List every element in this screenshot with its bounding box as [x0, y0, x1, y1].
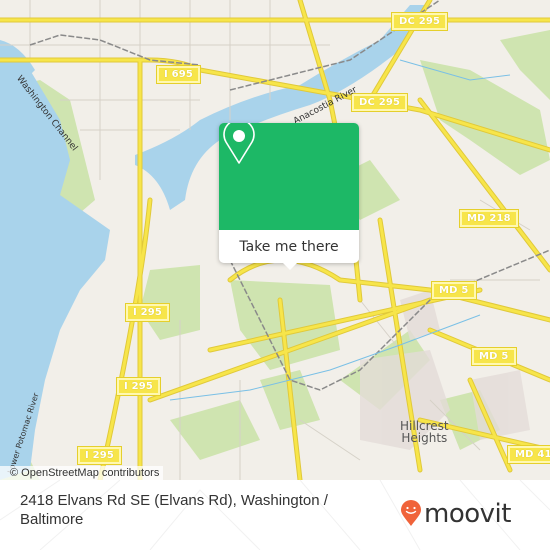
highway-shield-dc295-south: DC 295 [350, 93, 409, 112]
footer: 2418 Elvans Rd SE (Elvans Rd), Washingto… [0, 480, 550, 550]
popup-header [219, 123, 359, 230]
highway-shield-md218: MD 218 [459, 209, 519, 228]
location-pin-icon [223, 123, 255, 164]
moovit-wordmark: moovit [424, 498, 511, 529]
highway-shield-md5-north: MD 5 [431, 281, 477, 300]
highway-shield-dc295-north: DC 295 [390, 12, 449, 31]
highway-shield-i295-south: I 295 [76, 446, 123, 465]
popup-arrow [283, 263, 297, 270]
highway-shield-i695: I 695 [155, 65, 202, 84]
highway-shield-md5-south: MD 5 [471, 347, 517, 366]
highway-shield-i295-middle: I 295 [115, 377, 162, 396]
address-text: 2418 Elvans Rd SE (Elvans Rd), Washingto… [20, 492, 328, 528]
place-label-hillcrest-heights: Hillcrest Heights [400, 420, 449, 444]
place-label-line-2: Heights [401, 431, 448, 445]
map[interactable]: I 695 DC 295 DC 295 MD 218 I 295 I 295 I… [0, 0, 550, 480]
moovit-pin-icon [401, 500, 421, 526]
highway-shield-md414: MD 414 [507, 445, 550, 464]
moovit-logo[interactable]: moovit [400, 500, 511, 527]
highway-shield-i295-north: I 295 [124, 303, 171, 322]
take-me-there-button[interactable]: Take me there [219, 230, 359, 263]
map-attribution[interactable]: © OpenStreetMap contributors [0, 466, 164, 480]
location-popup[interactable]: Take me there [219, 123, 359, 270]
